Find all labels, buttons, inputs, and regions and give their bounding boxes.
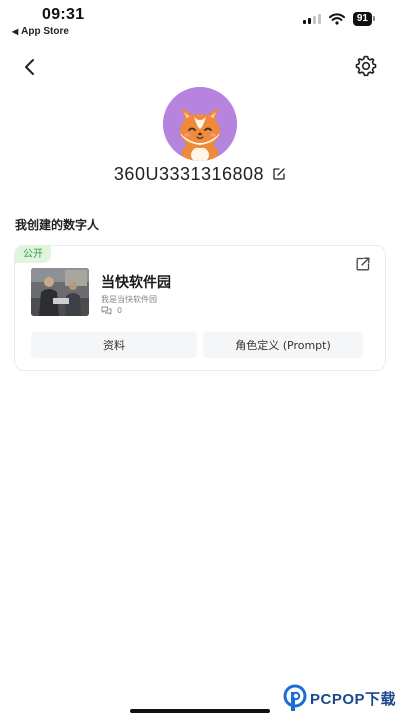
gear-icon[interactable] [354, 54, 378, 78]
edit-icon[interactable] [272, 167, 286, 181]
role-prompt-button[interactable]: 角色定义 (Prompt) [203, 332, 363, 358]
battery-indicator: 91 [352, 12, 376, 26]
pcpop-logo [283, 684, 307, 711]
status-indicators: 91 [302, 12, 376, 26]
fox-avatar-icon [163, 87, 237, 161]
section-title: 我创建的数字人 [15, 218, 100, 232]
cellular-signal-icon [302, 14, 321, 24]
digital-human-name: 当快软件园 [101, 275, 171, 291]
back-to-app-label: App Store [21, 26, 69, 37]
digital-human-card[interactable]: 公开 当快软件园 我是当快软件园 0 资料 角色定义 (Prompt) [14, 245, 386, 371]
username-row: 360U3331316808 [0, 162, 400, 186]
share-icon[interactable] [355, 256, 371, 272]
status-time: 09:31 [42, 6, 85, 23]
chat-count-row: 0 [101, 306, 122, 315]
home-indicator[interactable] [130, 709, 270, 713]
username: 360U3331316808 [113, 163, 265, 184]
back-to-app-link[interactable]: ◀ App Store [12, 26, 69, 37]
digital-human-thumbnail [31, 268, 89, 316]
watermark: PCPOP下载 [283, 684, 396, 712]
back-triangle-icon: ◀ [12, 27, 19, 36]
chat-bubbles-icon [101, 306, 112, 315]
chat-count: 0 [117, 306, 123, 315]
photo-thumbnail-image [31, 268, 89, 316]
watermark-text: PCPOP下载 [309, 690, 396, 708]
avatar[interactable] [163, 87, 237, 161]
wifi-icon [328, 13, 345, 25]
public-badge: 公开 [15, 246, 51, 263]
digital-human-description: 我是当快软件园 [101, 295, 157, 304]
status-bar: 09:31 ◀ App Store 91 [0, 0, 400, 44]
profile-button[interactable]: 资料 [31, 332, 197, 358]
chevron-left-icon[interactable] [18, 55, 42, 79]
